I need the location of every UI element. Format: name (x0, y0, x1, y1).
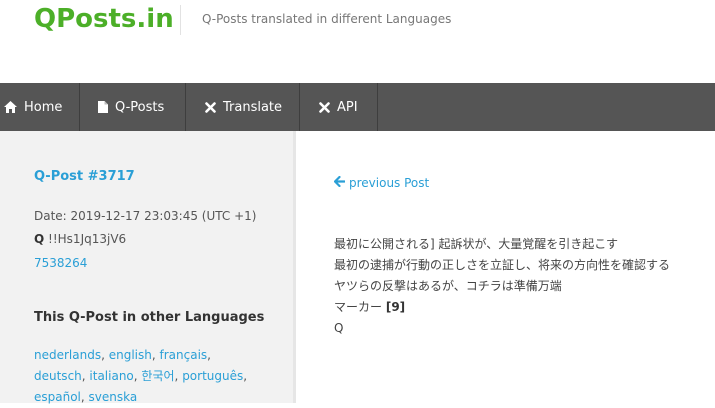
nav-item-qposts[interactable]: Q-Posts (80, 83, 186, 131)
nav-item-label: Q-Posts (115, 99, 165, 115)
site-header: QPosts.in Q-Posts translated in differen… (0, 0, 715, 83)
other-languages-heading: This Q-Post in other Languages (34, 310, 265, 325)
post-line: 最初に公開される] 起訴状が、大量覚醒を引き起こす (334, 237, 619, 251)
language-link[interactable]: 한국어 (141, 369, 174, 383)
nav-item-label: Home (24, 99, 63, 115)
document-icon (98, 101, 108, 113)
site-tagline: Q-Posts translated in different Language… (202, 12, 452, 26)
nav-item-label: API (337, 99, 358, 115)
post-id-link[interactable]: 7538264 (34, 256, 87, 270)
previous-post-link[interactable]: previous Post (333, 175, 430, 190)
post-body: 最初に公開される] 起訴状が、大量覚醒を引き起こす 最初の逮捕が行動の正しさを立… (334, 234, 715, 339)
author-name: Q (34, 232, 45, 246)
language-link[interactable]: nederlands (34, 348, 101, 362)
marker-text: マーカー (334, 300, 383, 314)
language-list: nederlands, english, français, deutsch, … (34, 348, 248, 404)
post-line: ヤツらの反撃はあるが、コチラは準備万端 (334, 279, 562, 293)
main-nav: Home Q-Posts Translate API (0, 83, 715, 131)
post-author: Q !!Hs1Jq13jV6 (34, 232, 126, 246)
nav-item-home[interactable]: Home (0, 83, 80, 131)
header-divider (180, 5, 181, 35)
language-link[interactable]: italiano (89, 369, 133, 383)
cross-icon (205, 101, 216, 113)
language-link[interactable]: español (34, 390, 81, 404)
post-sidebar: Q-Post #3717 Date: 2019-12-17 23:03:45 (… (0, 131, 293, 404)
nav-item-translate[interactable]: Translate (186, 83, 300, 131)
previous-post-label: previous Post (349, 176, 430, 190)
language-link[interactable]: english (109, 348, 152, 362)
site-logo[interactable]: QPosts.in (34, 4, 174, 34)
post-line-marker: マーカー [9] (334, 297, 715, 318)
marker-reference: [9] (385, 300, 406, 314)
sidebar-divider (293, 131, 296, 403)
post-line: 最初の逮捕が行動の正しさを立証し、将来の方向性を確認する (334, 258, 671, 272)
cross-icon (319, 101, 330, 113)
language-link[interactable]: svenska (89, 390, 138, 404)
home-icon (4, 101, 17, 113)
arrow-left-icon (333, 175, 346, 190)
language-link[interactable]: français (160, 348, 208, 362)
nav-item-label: Translate (223, 99, 283, 115)
author-tripcode: !!Hs1Jq13jV6 (48, 232, 127, 246)
language-link[interactable]: deutsch (34, 369, 82, 383)
post-title-link[interactable]: Q-Post #3717 (34, 169, 135, 184)
nav-item-api[interactable]: API (300, 83, 378, 131)
post-date: Date: 2019-12-17 23:03:45 (UTC +1) (34, 209, 257, 223)
language-link[interactable]: português (182, 369, 243, 383)
post-signature: Q (334, 321, 344, 335)
